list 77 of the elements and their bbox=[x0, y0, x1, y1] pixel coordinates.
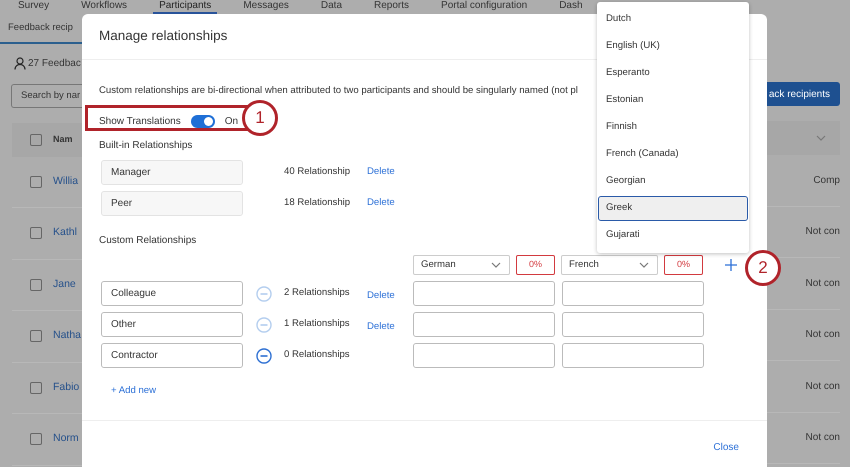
delete-link[interactable]: Delete bbox=[367, 196, 395, 211]
participant-link[interactable]: Fabio bbox=[53, 380, 80, 396]
translation-field[interactable] bbox=[413, 343, 555, 368]
nav-tab[interactable]: Survey bbox=[12, 0, 56, 14]
relationship-count: 0 Relationships bbox=[284, 348, 351, 362]
translations-switch[interactable] bbox=[190, 114, 215, 128]
delete-link[interactable]: Delete bbox=[367, 290, 395, 301]
nav-tab[interactable]: Messages bbox=[237, 0, 295, 14]
language-option[interactable]: Greek bbox=[598, 196, 748, 221]
language-option[interactable]: French (Canada) bbox=[598, 142, 748, 167]
add-new-link[interactable]: + Add new bbox=[111, 385, 156, 396]
relationship-count: 1 Relationships bbox=[284, 317, 351, 332]
chevron-down-icon bbox=[491, 262, 501, 268]
close-link[interactable]: Close bbox=[713, 440, 739, 456]
language-option[interactable]: English (UK) bbox=[598, 34, 748, 59]
status-text: Not con bbox=[806, 431, 840, 446]
nav-tab[interactable]: Reports bbox=[368, 0, 416, 14]
checkbox[interactable] bbox=[30, 330, 42, 342]
checkbox[interactable] bbox=[30, 433, 42, 446]
status-text: Comp bbox=[813, 174, 840, 188]
switch-state: On bbox=[224, 114, 238, 129]
relationship-name: Manager bbox=[101, 160, 243, 186]
dialog-title: Manage relationships bbox=[99, 27, 228, 46]
language-option[interactable]: Estonian bbox=[598, 88, 748, 113]
relationship-name: Peer bbox=[101, 191, 243, 216]
participant-link[interactable]: Norm bbox=[53, 431, 79, 448]
search-field[interactable]: Search by nar bbox=[11, 84, 82, 108]
chevron-down-icon bbox=[816, 135, 826, 141]
language-option[interactable]: Dutch bbox=[598, 7, 748, 32]
status-text: Not con bbox=[806, 276, 840, 291]
nav-tab[interactable]: Dash bbox=[553, 0, 589, 14]
participant-link[interactable]: Natha bbox=[53, 328, 82, 344]
checkbox[interactable] bbox=[30, 278, 42, 291]
language-option[interactable]: Gujarati bbox=[598, 223, 748, 248]
translation-field[interactable] bbox=[562, 312, 704, 338]
participant-link[interactable]: Willia bbox=[53, 174, 78, 190]
delete-link[interactable]: Delete bbox=[367, 165, 395, 180]
add-recipients-button[interactable]: ack recipients bbox=[767, 82, 840, 106]
relationship-name-field[interactable]: Colleague bbox=[101, 281, 243, 306]
relationship-count: 2 Relationships bbox=[284, 286, 351, 300]
section-heading: Custom Relationships bbox=[99, 234, 196, 248]
translation-field[interactable] bbox=[413, 281, 555, 306]
toggle-label: Show Translations bbox=[99, 114, 181, 129]
status-text: Not con bbox=[806, 380, 840, 394]
language-option[interactable]: Esperanto bbox=[598, 61, 748, 86]
language-select[interactable]: German bbox=[413, 255, 510, 276]
chevron-down-icon bbox=[639, 262, 649, 268]
section-heading: Built-in Relationships bbox=[99, 139, 192, 152]
relationship-count: 40 Relationship bbox=[284, 165, 352, 180]
language-select[interactable]: French bbox=[561, 255, 658, 276]
remove-icon[interactable] bbox=[256, 348, 272, 364]
add-icon[interactable] bbox=[725, 259, 737, 272]
nav-tab[interactable]: Workflows bbox=[75, 0, 134, 14]
relationship-count: 18 Relationship bbox=[284, 196, 352, 210]
description-text: Custom relationships are bi-directional when attributed to two participants and should be singularly named (not pl bbox=[99, 84, 579, 98]
checkbox[interactable] bbox=[30, 382, 42, 394]
participant-link[interactable]: Jane bbox=[53, 276, 76, 293]
participant-link[interactable]: Kathl bbox=[53, 225, 77, 242]
checkbox[interactable] bbox=[30, 176, 42, 188]
translation-field[interactable] bbox=[413, 312, 555, 338]
translation-field[interactable] bbox=[562, 343, 704, 368]
language-option[interactable]: Finnish bbox=[598, 115, 748, 140]
column-header: Nam bbox=[53, 132, 73, 146]
person-icon bbox=[14, 56, 26, 70]
checkbox[interactable] bbox=[30, 227, 42, 240]
status-text: Not con bbox=[806, 225, 840, 240]
relationship-name-field[interactable]: Contractor bbox=[101, 343, 243, 368]
checkbox[interactable] bbox=[30, 134, 42, 146]
nav-tab[interactable]: Portal configuration bbox=[435, 0, 534, 14]
translation-field[interactable] bbox=[562, 281, 704, 306]
callout-number: 2 bbox=[745, 250, 781, 286]
status-text: Not con bbox=[806, 328, 840, 342]
language-option[interactable]: Georgian bbox=[598, 169, 748, 194]
nav-tab[interactable]: Data bbox=[314, 0, 348, 14]
delete-link[interactable]: Delete bbox=[367, 320, 395, 332]
relationship-name-field[interactable]: Other bbox=[101, 312, 243, 338]
recipient-count: 27 Feedbac bbox=[28, 56, 81, 70]
